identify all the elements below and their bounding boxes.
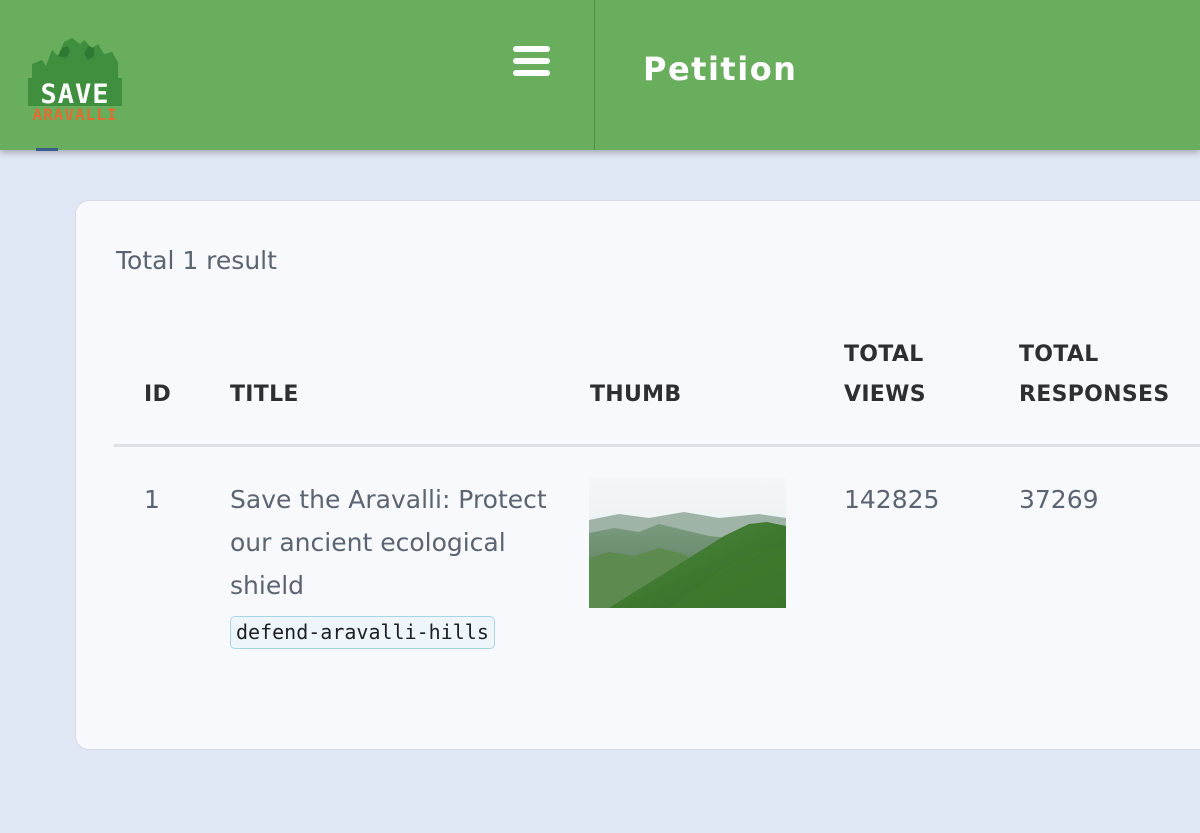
row-total-views: 142825: [844, 485, 940, 514]
column-header-views[interactable]: TOTAL VIEWS: [844, 335, 926, 415]
header-divider: [594, 0, 595, 150]
table-header-divider: [114, 444, 1200, 447]
header-edge-mark: [36, 148, 58, 151]
row-title-line3: shield: [230, 571, 305, 600]
row-slug-badge: defend-aravalli-hills: [230, 616, 495, 649]
column-header-thumb[interactable]: THUMB: [590, 375, 681, 415]
row-id: 1: [144, 485, 160, 514]
column-header-title[interactable]: TITLE: [230, 375, 299, 415]
column-header-responses[interactable]: TOTAL RESPONSES: [1019, 335, 1169, 415]
column-header-responses-line1: TOTAL: [1019, 342, 1099, 367]
row-total-responses: 37269: [1019, 485, 1099, 514]
column-header-id[interactable]: ID: [144, 375, 171, 415]
page-title: Petition: [643, 50, 798, 88]
row-title-line1: Save the Aravalli: Protect: [230, 485, 547, 514]
logo-subword: ARAVALLI: [32, 105, 118, 124]
column-header-views-line2: VIEWS: [844, 382, 926, 407]
top-header-bar: SAVE ARAVALLI Petition: [0, 0, 1200, 150]
menu-bar: [513, 46, 550, 52]
column-header-responses-line2: RESPONSES: [1019, 382, 1170, 407]
row-title[interactable]: Save the Aravalli: Protect our ancient e…: [230, 478, 547, 607]
hills-photo: [589, 478, 786, 608]
save-aravalli-logo[interactable]: SAVE ARAVALLI: [28, 36, 122, 126]
row-thumbnail-image[interactable]: [589, 478, 786, 608]
menu-bar: [513, 70, 550, 76]
hamburger-menu-icon[interactable]: [513, 46, 553, 80]
result-count: Total 1 result: [116, 246, 277, 275]
menu-bar: [513, 58, 550, 64]
row-title-line2: our ancient ecological: [230, 528, 506, 557]
column-header-views-line1: TOTAL: [844, 342, 924, 367]
results-card: Total 1 result ID TITLE THUMB TOTAL VIEW…: [75, 200, 1200, 750]
